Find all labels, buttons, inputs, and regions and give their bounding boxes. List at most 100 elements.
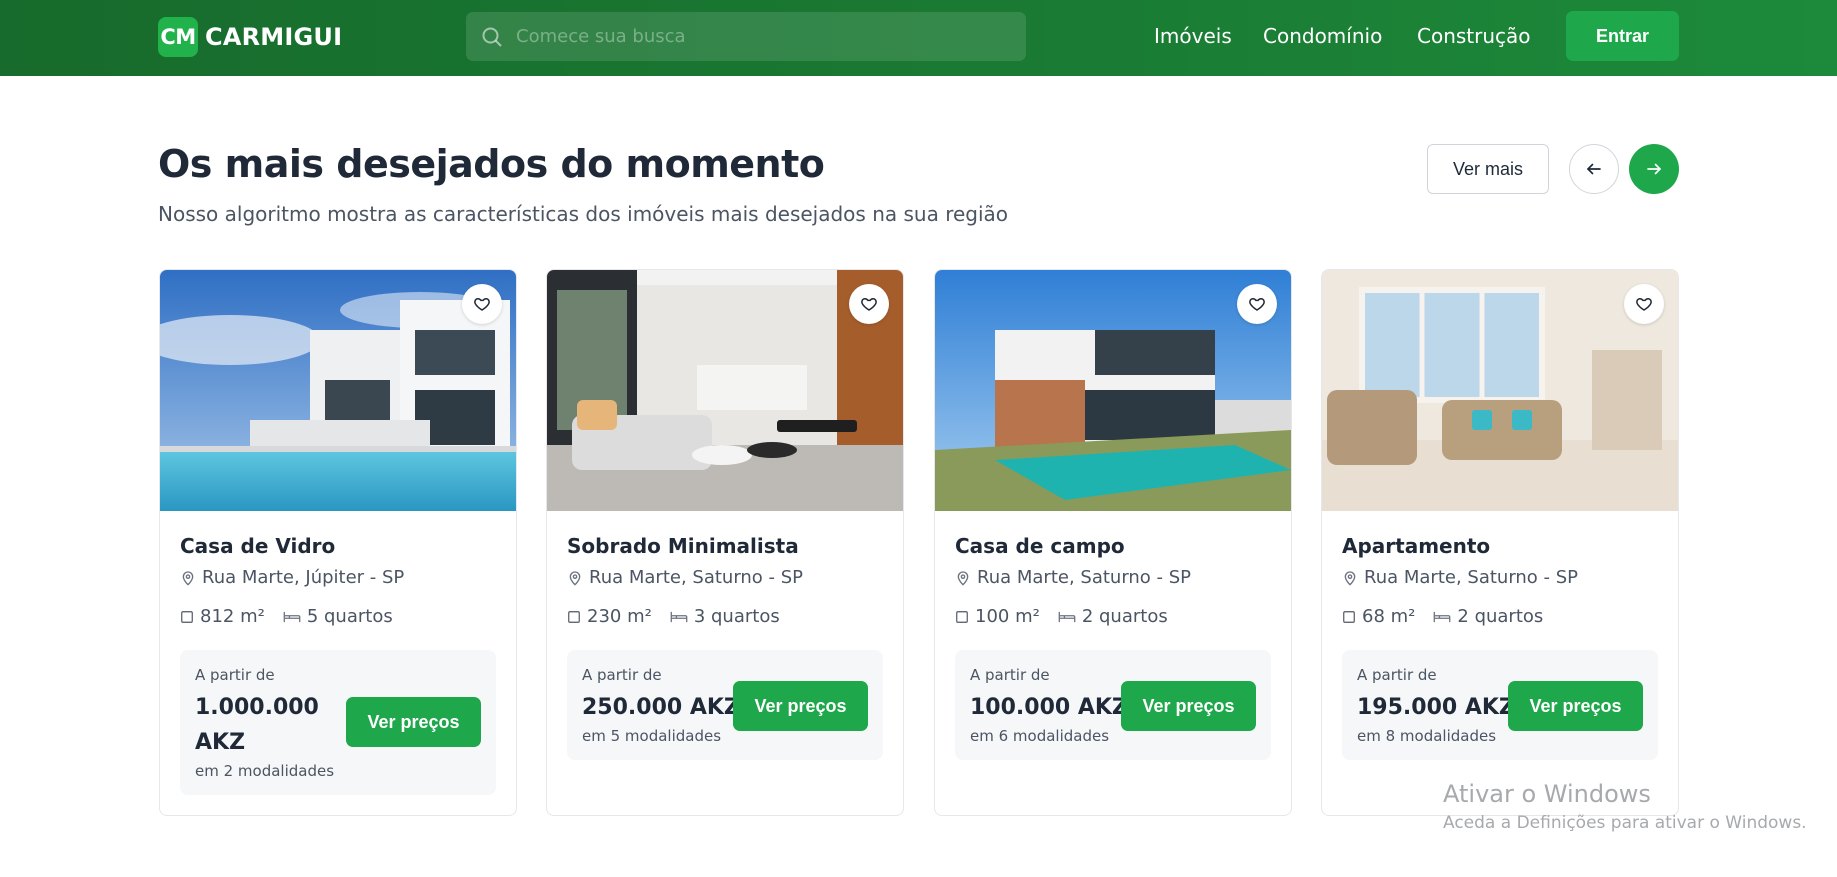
area-icon	[1343, 610, 1355, 623]
see-more-button[interactable]: Ver mais	[1427, 144, 1549, 194]
section-subtitle: Nosso algoritmo mostra as característica…	[158, 202, 1009, 226]
map-pin-icon	[1344, 570, 1356, 586]
price-modalities: em 2 modalidades	[195, 762, 335, 780]
rooms-feature: 2 quartos	[1433, 606, 1543, 627]
property-features: 100 m² 2 quartos	[955, 606, 1186, 627]
windows-watermark-title: Ativar o Windows	[1443, 780, 1651, 808]
property-photo[interactable]	[547, 270, 903, 511]
favorite-button[interactable]	[462, 284, 502, 324]
area-value: 230 m²	[587, 606, 652, 627]
carousel-next-button[interactable]	[1629, 144, 1679, 194]
arrow-left-icon	[1587, 163, 1601, 175]
logo[interactable]: CM CARMIGUI	[158, 17, 342, 57]
search-icon	[482, 27, 502, 47]
top-navbar: CM CARMIGUI Imóveis Condomínio Construçã…	[0, 0, 1837, 76]
see-prices-button[interactable]: Ver preços	[346, 697, 481, 747]
price-modalities: em 8 modalidades	[1357, 727, 1497, 745]
rooms-value: 5 quartos	[306, 606, 393, 627]
price-box: A partir de 250.000 AKZ em 5 modalidades…	[567, 650, 883, 760]
heart-icon	[1636, 297, 1652, 311]
property-features: 812 m² 5 quartos	[180, 606, 411, 627]
search-input[interactable]	[516, 12, 1016, 61]
favorite-button[interactable]	[1624, 284, 1664, 324]
price-label: A partir de	[582, 666, 662, 684]
rooms-value: 3 quartos	[693, 606, 780, 627]
property-address: Rua Marte, Júpiter - SP	[180, 567, 404, 588]
price-value-line2: AKZ	[195, 730, 246, 755]
section-title: Os mais desejados do momento	[158, 142, 825, 186]
area-value: 68 m²	[1362, 606, 1416, 627]
nav-link-condominio[interactable]: Condomínio	[1263, 24, 1382, 48]
nav-link-imoveis[interactable]: Imóveis	[1154, 24, 1232, 48]
favorite-button[interactable]	[1237, 284, 1277, 324]
nav-condominio[interactable]: Condomínio	[1263, 24, 1382, 48]
see-prices-button[interactable]: Ver preços	[1508, 681, 1643, 731]
favorite-button[interactable]	[849, 284, 889, 324]
property-card[interactable]: Apartamento Rua Marte, Saturno - SP 68 m…	[1321, 269, 1679, 816]
logo-text: CARMIGUI	[205, 23, 343, 51]
area-value: 812 m²	[200, 606, 265, 627]
property-address: Rua Marte, Saturno - SP	[955, 567, 1191, 588]
price-value: 195.000 AKZ	[1357, 695, 1515, 720]
property-address-text: Rua Marte, Saturno - SP	[1364, 567, 1579, 588]
arrow-right-icon	[1647, 163, 1661, 175]
rooms-feature: 3 quartos	[670, 606, 780, 627]
price-modalities: em 6 modalidades	[970, 727, 1110, 745]
bed-icon	[283, 611, 301, 622]
area-feature: 68 m²	[1342, 606, 1415, 627]
price-box: A partir de 1.000.000 AKZ em 2 modalidad…	[180, 650, 496, 795]
property-photo[interactable]	[935, 270, 1291, 511]
property-title: Casa de campo	[955, 534, 1125, 558]
area-value: 100 m²	[975, 606, 1040, 627]
bed-icon	[1434, 611, 1451, 622]
map-pin-icon	[957, 570, 969, 586]
heart-icon	[474, 297, 490, 311]
windows-watermark-subtitle: Aceda a Definições para ativar o Windows…	[1443, 813, 1807, 833]
property-photo[interactable]	[160, 270, 516, 511]
nav-imoveis[interactable]: Imóveis	[1154, 24, 1232, 48]
property-address-text: Rua Marte, Saturno - SP	[977, 567, 1192, 588]
nav-construcao[interactable]: Construção	[1417, 24, 1531, 48]
rooms-feature: 2 quartos	[1058, 606, 1168, 627]
map-pin-icon	[182, 570, 194, 586]
area-feature: 812 m²	[180, 606, 265, 627]
bed-icon	[1058, 611, 1076, 622]
bed-icon	[670, 611, 688, 622]
property-card[interactable]: Casa de campo Rua Marte, Saturno - SP 10…	[934, 269, 1292, 816]
price-label: A partir de	[970, 666, 1050, 684]
see-prices-button[interactable]: Ver preços	[1121, 681, 1256, 731]
login-button[interactable]: Entrar	[1566, 11, 1679, 61]
rooms-value: 2 quartos	[1457, 606, 1544, 627]
rooms-feature: 5 quartos	[283, 606, 393, 627]
price-label: A partir de	[1357, 666, 1437, 684]
search-bar[interactable]	[466, 12, 1026, 61]
heart-icon	[861, 297, 877, 311]
property-address-text: Rua Marte, Júpiter - SP	[202, 567, 405, 588]
price-value: 100.000 AKZ	[970, 695, 1128, 720]
rooms-value: 2 quartos	[1081, 606, 1168, 627]
property-address: Rua Marte, Saturno - SP	[1342, 567, 1578, 588]
property-features: 68 m² 2 quartos	[1342, 606, 1561, 627]
logo-mark: CM	[158, 17, 198, 57]
nav-link-construcao[interactable]: Construção	[1417, 24, 1531, 48]
area-feature: 100 m²	[955, 606, 1040, 627]
property-title: Apartamento	[1342, 534, 1491, 558]
property-title: Sobrado Minimalista	[567, 534, 799, 558]
price-value: 250.000 AKZ	[582, 695, 740, 720]
property-card[interactable]: Casa de Vidro Rua Marte, Júpiter - SP 81…	[159, 269, 517, 816]
price-label: A partir de	[195, 666, 275, 684]
see-prices-button[interactable]: Ver preços	[733, 681, 868, 731]
area-feature: 230 m²	[567, 606, 652, 627]
property-photo[interactable]	[1322, 270, 1678, 511]
heart-icon	[1249, 297, 1265, 311]
area-icon	[956, 610, 968, 623]
property-card[interactable]: Sobrado Minimalista Rua Marte, Saturno -…	[546, 269, 904, 816]
map-pin-icon	[569, 570, 581, 586]
carousel-prev-button[interactable]	[1569, 144, 1619, 194]
property-title: Casa de Vidro	[180, 534, 336, 558]
area-icon	[568, 610, 580, 623]
area-icon	[181, 610, 193, 623]
property-features: 230 m² 3 quartos	[567, 606, 798, 627]
price-modalities: em 5 modalidades	[582, 727, 722, 745]
property-address-text: Rua Marte, Saturno - SP	[589, 567, 804, 588]
